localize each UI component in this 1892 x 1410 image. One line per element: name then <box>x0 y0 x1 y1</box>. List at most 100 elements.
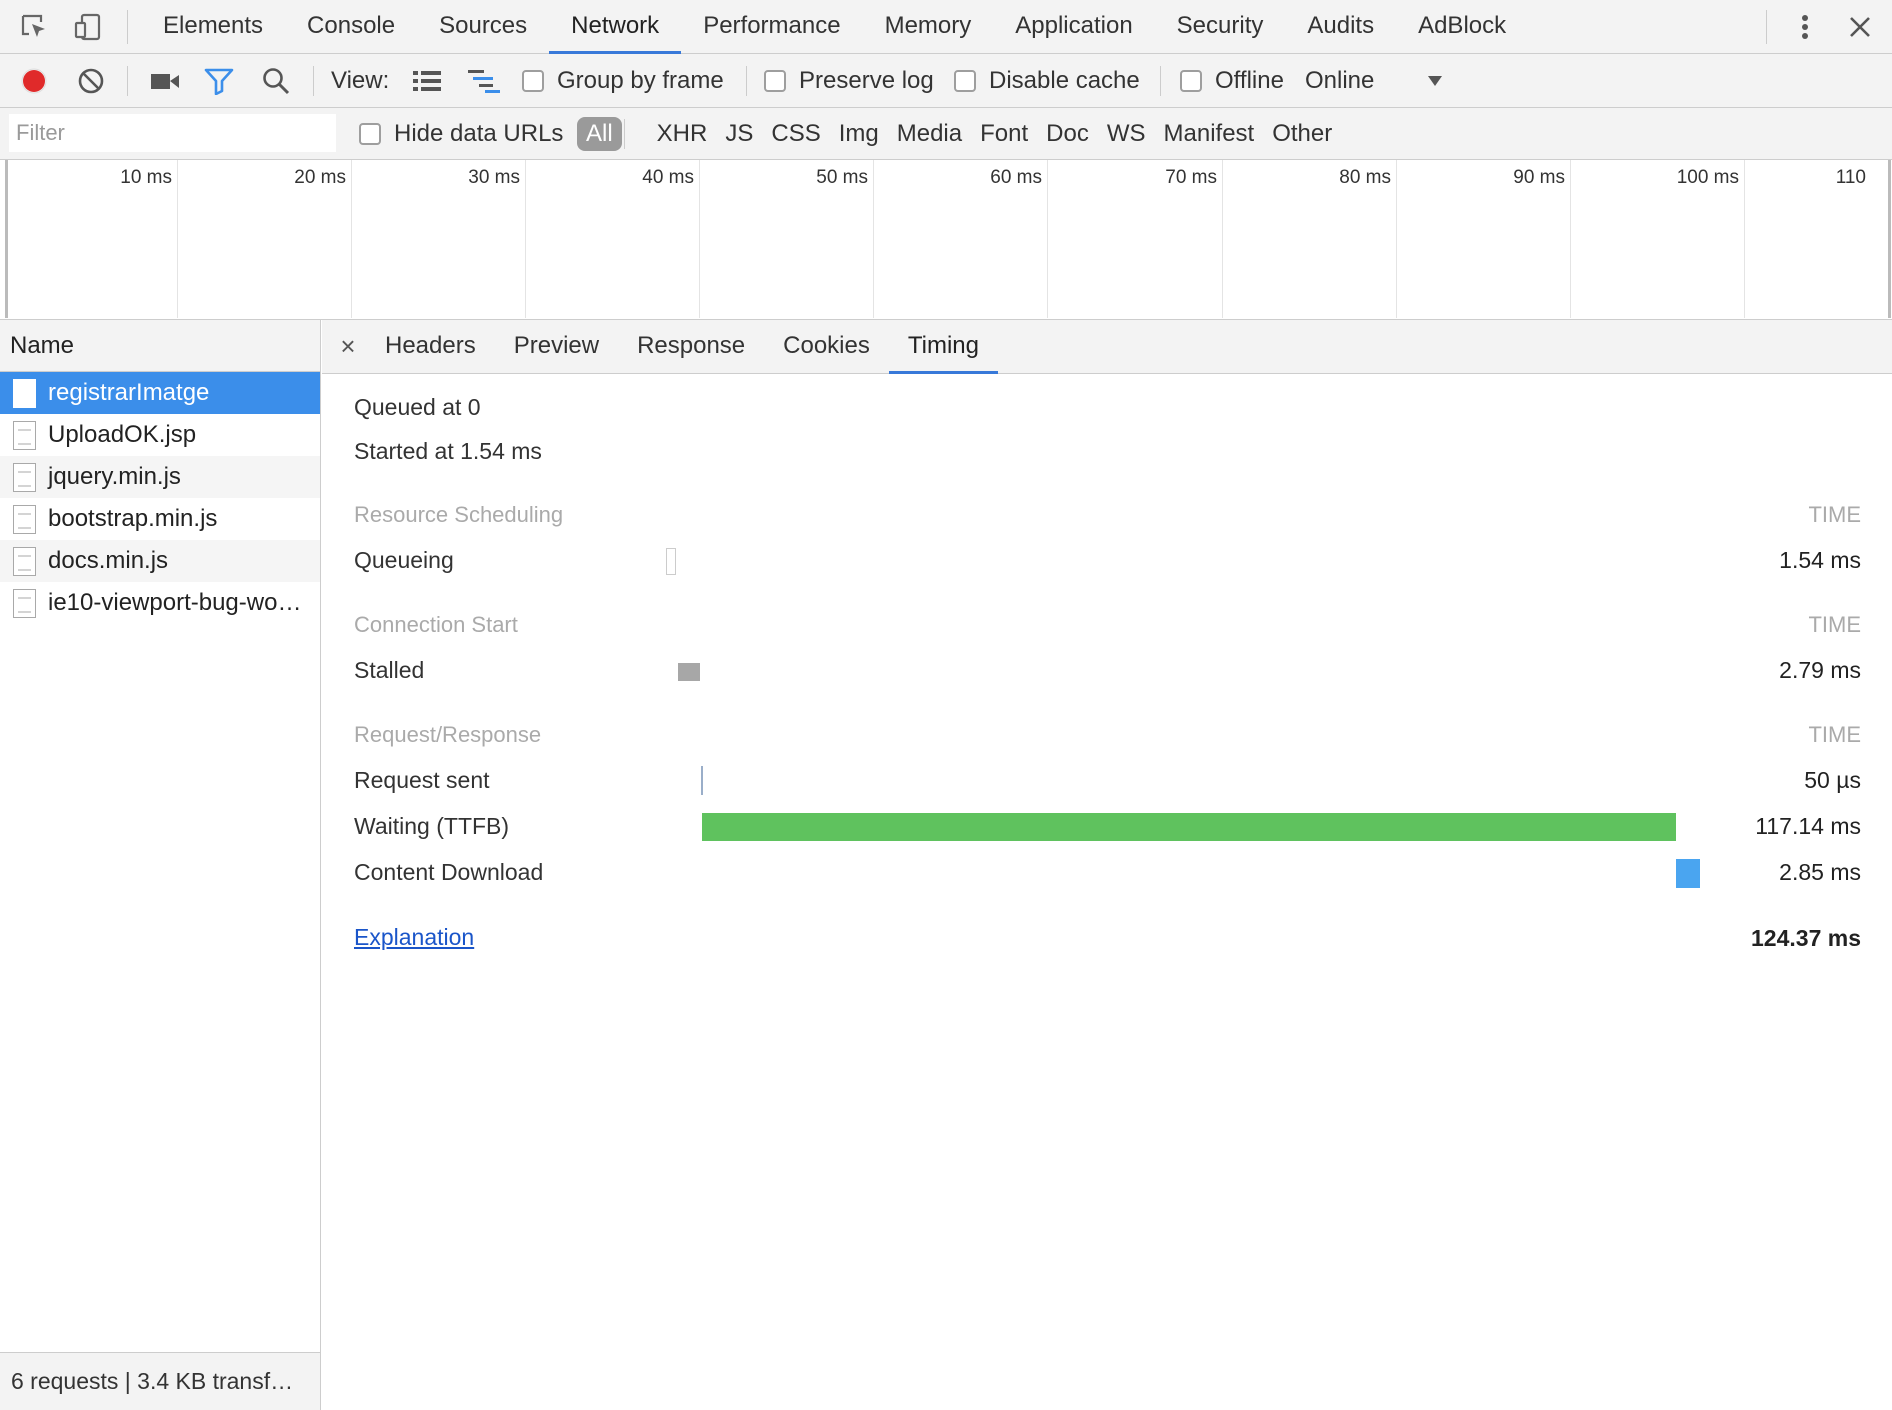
checkbox[interactable] <box>764 70 786 92</box>
content-download-label: Content Download <box>354 859 544 885</box>
type-filter-js[interactable]: JS <box>716 117 762 151</box>
type-filter-all[interactable]: All <box>577 117 622 151</box>
type-filter-doc[interactable]: Doc <box>1037 117 1098 151</box>
type-filter-font[interactable]: Font <box>971 117 1037 151</box>
request-name: bootstrap.min.js <box>48 505 218 532</box>
type-filter-img[interactable]: Img <box>830 117 888 151</box>
more-options-icon[interactable] <box>1787 10 1823 44</box>
chevron-down-icon[interactable] <box>1427 54 1443 108</box>
request-summary: 6 requests | 3.4 KB transf… <box>0 1352 320 1410</box>
filter-icon[interactable] <box>204 54 234 108</box>
tab-audits[interactable]: Audits <box>1285 0 1396 54</box>
checkbox[interactable] <box>522 70 544 92</box>
tab-memory[interactable]: Memory <box>863 0 994 54</box>
grid-line <box>1396 160 1397 318</box>
large-rows-icon[interactable] <box>412 54 442 108</box>
explanation-link[interactable]: Explanation <box>354 924 474 951</box>
tab-preview[interactable]: Preview <box>495 320 618 374</box>
tab-sources[interactable]: Sources <box>417 0 549 54</box>
throttling-select[interactable]: Online <box>1305 54 1374 108</box>
hide-data-urls-checkbox[interactable]: Hide data URLs <box>359 108 563 160</box>
tab-timing[interactable]: Timing <box>888 320 998 374</box>
request-name: ie10-viewport-bug-wo… <box>48 589 302 616</box>
clear-button[interactable] <box>76 54 106 108</box>
tab-cookies[interactable]: Cookies <box>764 320 889 374</box>
type-filter-manifest[interactable]: Manifest <box>1155 117 1264 151</box>
capture-screenshots-icon[interactable] <box>149 54 181 108</box>
tick-label: 110 <box>1835 167 1866 188</box>
divider <box>127 66 128 96</box>
tick-label: 30 ms <box>468 167 520 188</box>
grid-line <box>699 160 700 318</box>
grid-line <box>1222 160 1223 318</box>
name-column-header[interactable]: Name <box>0 320 320 372</box>
resource-type-filters: All XHR JS CSS Img Media Font Doc WS Man… <box>577 117 1341 151</box>
document-icon <box>13 378 36 408</box>
inspect-element-icon[interactable] <box>16 10 52 44</box>
network-toolbar: View: Group by frame Preserve log Disabl… <box>0 54 1892 108</box>
section-title: Connection Start <box>354 612 518 637</box>
request-row[interactable]: bootstrap.min.js <box>0 498 320 540</box>
queueing-value: 1.54 ms <box>1779 547 1861 573</box>
detail-tabs: × Headers Preview Response Cookies Timin… <box>322 320 1892 374</box>
tick-label: 50 ms <box>816 167 868 188</box>
tab-console[interactable]: Console <box>285 0 417 54</box>
type-filter-ws[interactable]: WS <box>1098 117 1155 151</box>
grid-line <box>177 160 178 318</box>
tab-elements[interactable]: Elements <box>141 0 285 54</box>
request-row[interactable]: jquery.min.js <box>0 456 320 498</box>
tab-performance[interactable]: Performance <box>681 0 862 54</box>
close-icon[interactable]: × <box>330 331 366 362</box>
tab-response[interactable]: Response <box>618 320 764 374</box>
tab-adblock[interactable]: AdBlock <box>1396 0 1528 54</box>
total-time: 124.37 ms <box>1751 925 1861 951</box>
timeline-cursor[interactable] <box>1888 160 1891 318</box>
tab-headers[interactable]: Headers <box>366 320 495 374</box>
device-toolbar-icon[interactable] <box>70 10 106 44</box>
type-filter-media[interactable]: Media <box>888 117 971 151</box>
tab-application[interactable]: Application <box>993 0 1154 54</box>
offline-checkbox[interactable]: Offline <box>1180 54 1284 108</box>
request-detail-pane: × Headers Preview Response Cookies Timin… <box>322 320 1892 1410</box>
divider <box>746 66 747 96</box>
stalled-bar <box>678 663 700 681</box>
waiting-value: 117.14 ms <box>1755 813 1861 839</box>
search-icon[interactable] <box>261 54 291 108</box>
tick-label: 60 ms <box>990 167 1042 188</box>
record-button[interactable] <box>18 54 50 108</box>
waterfall-view-icon[interactable] <box>467 54 501 108</box>
request-row[interactable]: docs.min.js <box>0 540 320 582</box>
type-filter-css[interactable]: CSS <box>762 117 829 151</box>
request-row[interactable]: registrarImatge <box>0 372 320 414</box>
disable-cache-label: Disable cache <box>989 67 1140 94</box>
tab-network[interactable]: Network <box>549 0 682 54</box>
group-by-frame-checkbox[interactable]: Group by frame <box>522 54 724 108</box>
tick-label: 10 ms <box>120 167 172 188</box>
request-name: registrarImatge <box>48 379 210 406</box>
overview-timeline[interactable]: 10 ms 20 ms 30 ms 40 ms 50 ms 60 ms 70 m… <box>0 160 1892 320</box>
timeline-cursor[interactable] <box>5 160 8 318</box>
type-filter-xhr[interactable]: XHR <box>648 117 717 151</box>
preserve-log-checkbox[interactable]: Preserve log <box>764 54 934 108</box>
document-icon <box>13 504 36 534</box>
time-column-label: TIME <box>1808 612 1861 637</box>
devtools-tabbar: Elements Console Sources Network Perform… <box>0 0 1892 54</box>
request-row[interactable]: ie10-viewport-bug-wo… <box>0 582 320 624</box>
tab-security[interactable]: Security <box>1155 0 1286 54</box>
request-sent-label: Request sent <box>354 767 490 793</box>
grid-line <box>525 160 526 318</box>
close-devtools-icon[interactable] <box>1842 10 1878 44</box>
checkbox[interactable] <box>1180 70 1202 92</box>
checkbox[interactable] <box>359 123 381 145</box>
queued-at-text: Queued at 0 <box>354 394 481 420</box>
view-label: View: <box>331 67 390 94</box>
preserve-log-label: Preserve log <box>799 67 934 94</box>
disable-cache-checkbox[interactable]: Disable cache <box>954 54 1140 108</box>
time-column-label: TIME <box>1808 722 1861 747</box>
request-row[interactable]: UploadOK.jsp <box>0 414 320 456</box>
document-icon <box>13 546 36 576</box>
filter-input[interactable] <box>9 114 336 152</box>
type-filter-other[interactable]: Other <box>1263 117 1341 151</box>
checkbox[interactable] <box>954 70 976 92</box>
request-sent-value: 50 µs <box>1804 767 1861 793</box>
